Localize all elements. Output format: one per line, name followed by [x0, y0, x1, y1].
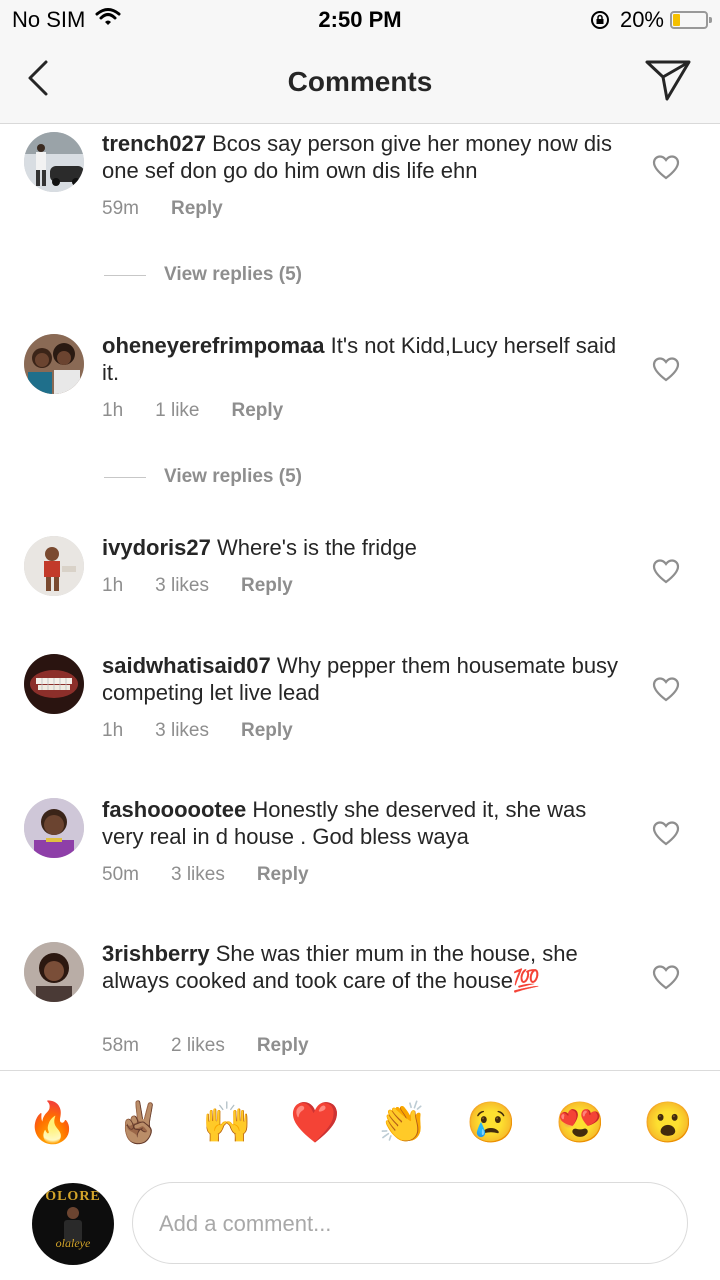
- comment-time: 50m: [102, 864, 139, 885]
- comment-username[interactable]: trench027: [102, 131, 206, 156]
- like-heart-icon[interactable]: [652, 964, 680, 990]
- comment-text: fashoooootee Honestly she deserved it, s…: [102, 796, 622, 850]
- avatar[interactable]: [24, 654, 84, 714]
- like-heart-icon[interactable]: [652, 676, 680, 702]
- crying-face-emoji-button[interactable]: 😢: [466, 1098, 516, 1148]
- comment-username[interactable]: ivydoris27: [102, 535, 211, 560]
- reply-button[interactable]: Reply: [241, 720, 293, 742]
- emoji-bar: 🔥 ✌🏽 🙌 ❤️ 👏 😢 😍 😮: [0, 1098, 720, 1148]
- comment-username[interactable]: saidwhatisaid07: [102, 653, 271, 678]
- victory-hand-emoji-button[interactable]: ✌🏽: [114, 1098, 164, 1148]
- battery-percent: 20%: [619, 7, 664, 32]
- like-heart-icon[interactable]: [652, 820, 680, 846]
- reply-button[interactable]: Reply: [241, 575, 293, 597]
- avatar-script-text: olaleye: [55, 1236, 91, 1250]
- comment-meta: 1h 3 likes Reply: [102, 575, 325, 597]
- paper-plane-icon: [645, 60, 691, 101]
- view-replies-label: View replies (5): [164, 466, 302, 487]
- status-right: 20%: [590, 7, 712, 33]
- avatar[interactable]: [24, 132, 84, 192]
- heart-eyes-emoji-button[interactable]: 😍: [555, 1098, 605, 1148]
- comment-username[interactable]: 3rishberry: [102, 941, 210, 966]
- reply-button[interactable]: Reply: [257, 1035, 309, 1057]
- comment-text: oheneyerefrimpomaa It's not Kidd,Lucy he…: [102, 332, 622, 386]
- share-button[interactable]: [644, 56, 692, 102]
- comment-meta: 50m 3 likes Reply: [102, 864, 341, 886]
- reply-button[interactable]: Reply: [257, 864, 309, 886]
- avatar[interactable]: [24, 942, 84, 1002]
- comment-likes[interactable]: 3 likes: [155, 575, 209, 597]
- comment-time: 59m: [102, 198, 139, 219]
- comment-time: 1h: [102, 720, 124, 741]
- comment-username[interactable]: fashoooootee: [102, 797, 246, 822]
- divider-line: [104, 274, 146, 276]
- view-replies-label: View replies (5): [164, 264, 302, 285]
- comment-text: saidwhatisaid07 Why pepper them housemat…: [102, 652, 622, 706]
- raising-hands-emoji-button[interactable]: 🙌: [202, 1098, 252, 1148]
- like-heart-icon[interactable]: [652, 154, 680, 180]
- page-title: Comments: [287, 66, 433, 97]
- my-avatar: OLORE olaleye: [32, 1183, 114, 1265]
- surprised-face-emoji-button[interactable]: 😮: [643, 1098, 693, 1148]
- avatar[interactable]: [24, 334, 84, 394]
- comment-likes[interactable]: 3 likes: [171, 864, 225, 886]
- avatar-logo-text: OLORE: [45, 1189, 101, 1204]
- view-replies-button[interactable]: View replies (5): [104, 264, 302, 286]
- orientation-lock-icon: [590, 10, 610, 30]
- comment-likes[interactable]: 3 likes: [155, 720, 209, 742]
- comment-input[interactable]: [157, 1183, 661, 1265]
- like-heart-icon[interactable]: [652, 558, 680, 584]
- comment-text: trench027 Bcos say person give her money…: [102, 130, 622, 184]
- reply-button[interactable]: Reply: [232, 400, 284, 422]
- header: Comments: [0, 40, 720, 124]
- like-heart-icon[interactable]: [652, 356, 680, 382]
- avatar[interactable]: [24, 798, 84, 858]
- comment-input-container[interactable]: [132, 1182, 688, 1265]
- clapping-hands-emoji-button[interactable]: 👏: [378, 1098, 428, 1148]
- fire-emoji-button[interactable]: 🔥: [27, 1098, 77, 1148]
- comment-time: 1h: [102, 575, 124, 596]
- divider-line: [104, 476, 146, 478]
- comment-time: 58m: [102, 1035, 139, 1056]
- comments-list[interactable]: trench027 Bcos say person give her money…: [0, 124, 720, 1070]
- comment-text: ivydoris27 Where's is the fridge: [102, 534, 622, 561]
- comment-meta: 1h 3 likes Reply: [102, 720, 325, 742]
- comment-body: Where's is the fridge: [216, 535, 417, 560]
- comment-text: 3rishberry She was thier mum in the hous…: [102, 940, 622, 994]
- reply-button[interactable]: Reply: [171, 198, 223, 220]
- status-bar: No SIM 2:50 PM 20%: [0, 0, 720, 40]
- comment-meta: 1h 1 like Reply: [102, 400, 315, 422]
- comment-time: 1h: [102, 400, 124, 421]
- red-heart-emoji-button[interactable]: ❤️: [290, 1098, 340, 1148]
- avatar[interactable]: [24, 536, 84, 596]
- comment-meta: 59m Reply: [102, 198, 255, 220]
- comment-meta: 58m 2 likes Reply: [102, 1035, 341, 1057]
- comment-username[interactable]: oheneyerefrimpomaa: [102, 333, 325, 358]
- view-replies-button[interactable]: View replies (5): [104, 466, 302, 488]
- comment-likes[interactable]: 2 likes: [171, 1035, 225, 1057]
- divider: [0, 1070, 720, 1071]
- battery-icon: [670, 11, 712, 29]
- comment-likes[interactable]: 1 like: [155, 400, 199, 422]
